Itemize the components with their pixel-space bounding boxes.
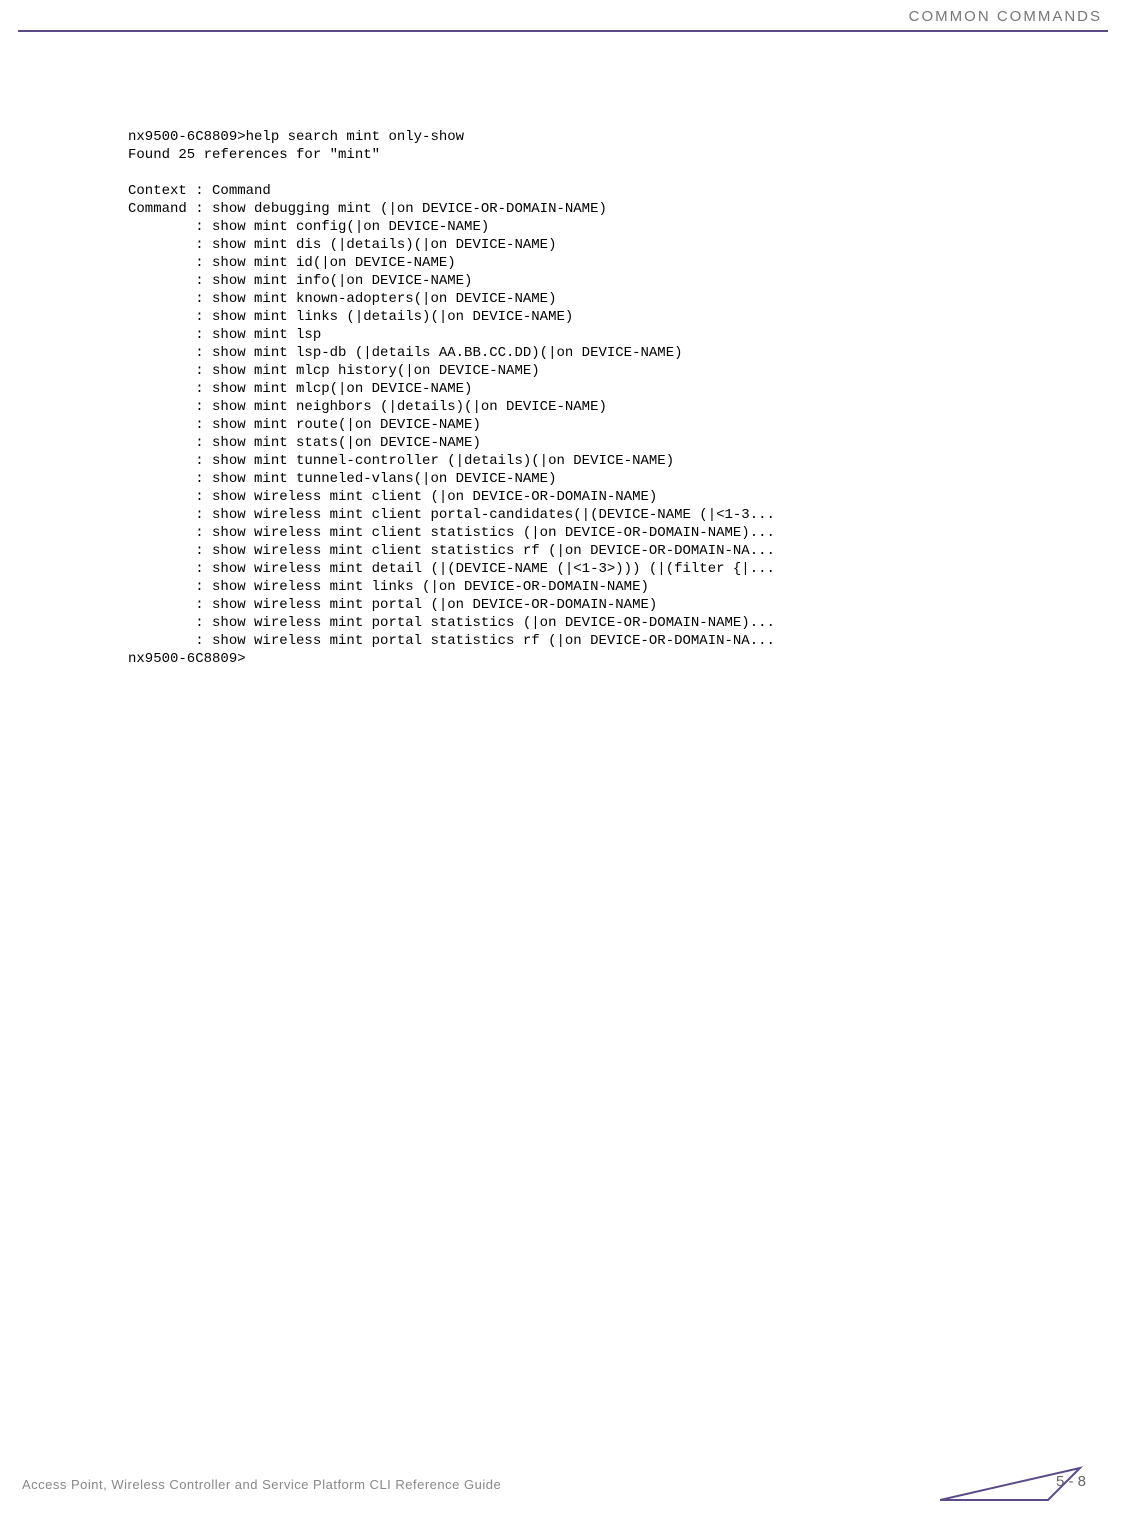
terminal-line: : show mint lsp-db (|details AA.BB.CC.DD… xyxy=(128,345,683,361)
terminal-line: : show mint config(|on DEVICE-NAME) xyxy=(128,219,489,235)
terminal-line: : show wireless mint client statistics (… xyxy=(128,525,775,541)
terminal-line: : show mint route(|on DEVICE-NAME) xyxy=(128,417,481,433)
terminal-line: Found 25 references for "mint" xyxy=(128,147,380,163)
section-title: COMMON COMMANDS xyxy=(909,8,1102,25)
terminal-line: : show mint tunnel-controller (|details)… xyxy=(128,453,674,469)
terminal-line: : show mint mlcp(|on DEVICE-NAME) xyxy=(128,381,472,397)
terminal-line: : show mint known-adopters(|on DEVICE-NA… xyxy=(128,291,556,307)
terminal-line: : show mint neighbors (|details)(|on DEV… xyxy=(128,399,607,415)
terminal-line: : show mint dis (|details)(|on DEVICE-NA… xyxy=(128,237,556,253)
terminal-line: nx9500-6C8809> xyxy=(128,651,246,667)
terminal-line: : show wireless mint client statistics r… xyxy=(128,543,775,559)
terminal-output: nx9500-6C8809>help search mint only-show… xyxy=(128,110,1086,668)
terminal-line: : show wireless mint portal (|on DEVICE-… xyxy=(128,597,657,613)
terminal-line: : show wireless mint detail (|(DEVICE-NA… xyxy=(128,561,775,577)
guide-title: Access Point, Wireless Controller and Se… xyxy=(22,1477,501,1492)
page-header: COMMON COMMANDS xyxy=(0,0,1126,36)
terminal-line: : show wireless mint portal statistics r… xyxy=(128,633,775,649)
header-rule xyxy=(18,30,1108,32)
terminal-line: : show wireless mint client (|on DEVICE-… xyxy=(128,489,657,505)
terminal-line: : show wireless mint portal statistics (… xyxy=(128,615,775,631)
terminal-line: : show wireless mint client portal-candi… xyxy=(128,507,775,523)
terminal-line: : show mint links (|details)(|on DEVICE-… xyxy=(128,309,573,325)
terminal-line: : show mint tunneled-vlans(|on DEVICE-NA… xyxy=(128,471,556,487)
terminal-line: : show mint info(|on DEVICE-NAME) xyxy=(128,273,472,289)
terminal-line: : show mint mlcp history(|on DEVICE-NAME… xyxy=(128,363,540,379)
terminal-line: : show mint lsp xyxy=(128,327,321,343)
terminal-line: Context : Command xyxy=(128,183,271,199)
page-number: 5 - 8 xyxy=(1056,1473,1086,1490)
terminal-line: Command : show debugging mint (|on DEVIC… xyxy=(128,201,607,217)
terminal-line: nx9500-6C8809>help search mint only-show xyxy=(128,129,464,145)
page-footer: Access Point, Wireless Controller and Se… xyxy=(0,1466,1126,1496)
terminal-line: : show mint stats(|on DEVICE-NAME) xyxy=(128,435,481,451)
terminal-line: : show mint id(|on DEVICE-NAME) xyxy=(128,255,456,271)
terminal-line: : show wireless mint links (|on DEVICE-O… xyxy=(128,579,649,595)
